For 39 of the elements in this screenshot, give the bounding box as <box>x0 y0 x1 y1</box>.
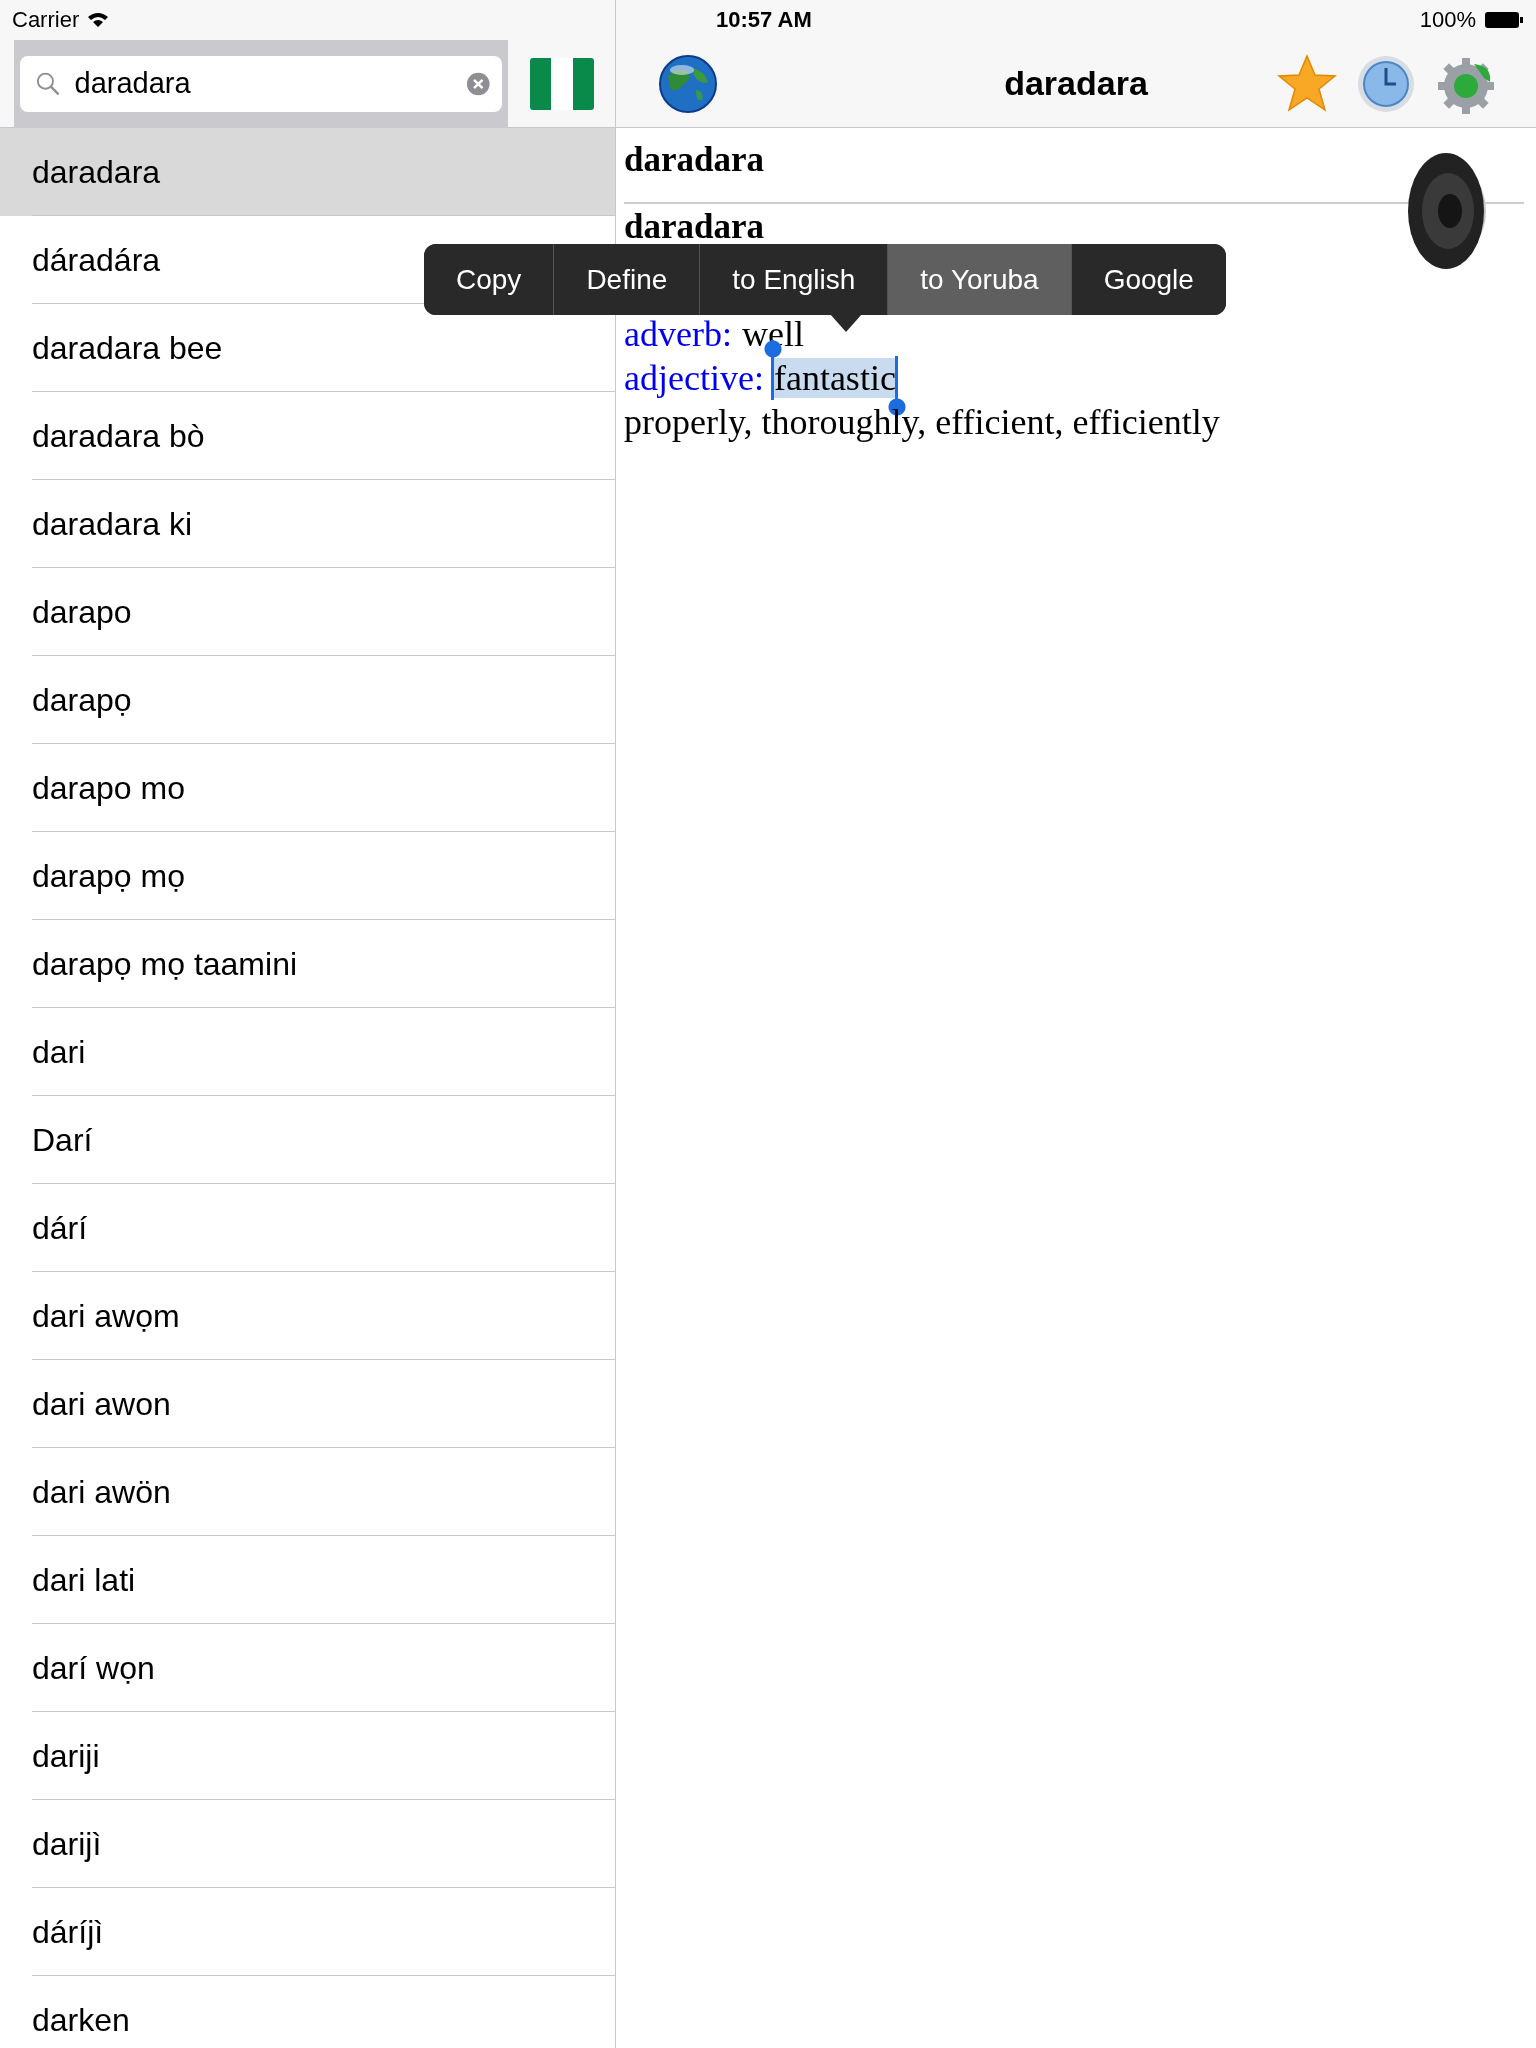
menu-button[interactable]: Google <box>1070 244 1226 315</box>
word-item[interactable]: darapọ mọ <box>0 832 615 920</box>
time-label: 10:57 AM <box>716 7 812 33</box>
part-of-speech: adverb: <box>624 314 732 354</box>
globe-icon[interactable] <box>658 53 718 114</box>
word-item[interactable]: daradara <box>0 128 615 216</box>
word-item[interactable]: darijì <box>0 1800 615 1888</box>
word-item[interactable]: Darí <box>0 1096 615 1184</box>
word-item[interactable]: dárí <box>0 1184 615 1272</box>
word-item[interactable]: dari <box>0 1008 615 1096</box>
carrier-label: Carrier <box>12 7 80 33</box>
word-item[interactable]: dari awön <box>0 1448 615 1536</box>
word-item[interactable]: dari awon <box>0 1360 615 1448</box>
word-item[interactable]: darapo mo <box>0 744 615 832</box>
word-item[interactable]: dari awọm <box>0 1272 615 1360</box>
word-item[interactable]: dari lati <box>0 1536 615 1624</box>
search-field[interactable]: daradara <box>20 55 502 112</box>
word-item[interactable]: darí wọn <box>0 1624 615 1712</box>
word-item[interactable]: darapọ mọ taamini <box>0 920 615 1008</box>
part-of-speech: adjective: <box>624 358 764 398</box>
wifi-icon <box>87 12 110 28</box>
word-item[interactable]: dáríjì <box>0 1888 615 1976</box>
entry-subheading: daradara <box>624 208 764 246</box>
word-item[interactable]: daradara bò <box>0 392 615 480</box>
menu-button[interactable]: to Yoruba <box>887 244 1071 315</box>
word-item[interactable]: dariji <box>0 1712 615 1800</box>
word-item[interactable]: darapo <box>0 568 615 656</box>
entry-headword: daradara <box>624 139 764 181</box>
clear-icon[interactable] <box>465 70 490 97</box>
battery-label: 100% <box>1419 7 1476 33</box>
battery-icon <box>1484 11 1524 29</box>
word-item[interactable]: daradara ki <box>0 480 615 568</box>
menu-pointer <box>830 314 862 332</box>
search-icon <box>36 70 61 97</box>
word-item[interactable]: darapọ <box>0 656 615 744</box>
flag-icon[interactable] <box>530 57 594 110</box>
definition-text: properly, thoroughly, efficient, efficiently <box>624 402 1220 442</box>
nav-title: daradara <box>1004 64 1148 103</box>
clock-icon[interactable] <box>1356 53 1416 114</box>
